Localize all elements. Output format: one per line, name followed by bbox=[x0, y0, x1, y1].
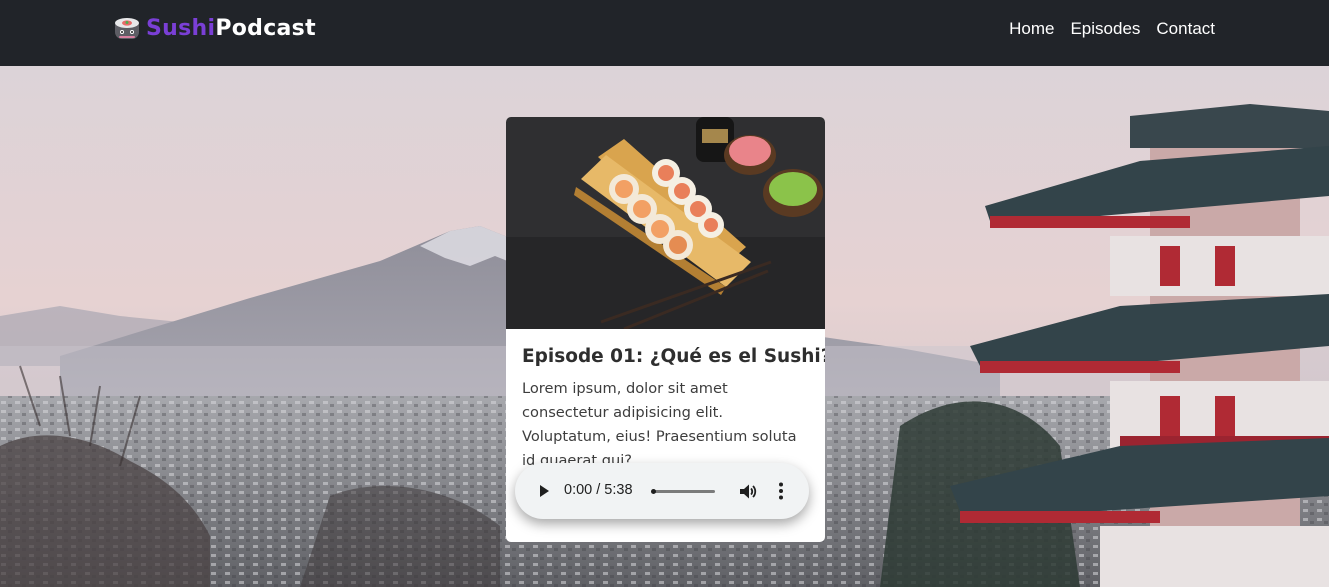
play-icon[interactable] bbox=[537, 484, 551, 498]
nav-link-episodes[interactable]: Episodes bbox=[1070, 19, 1140, 39]
nav-link-home[interactable]: Home bbox=[1009, 19, 1054, 39]
episode-title: Episode 01: ¿Qué es el Sushi? bbox=[522, 346, 825, 367]
episode-description: Lorem ipsum, dolor sit amet consectetur … bbox=[522, 380, 797, 469]
audio-player[interactable]: 0:00 / 5:38 bbox=[515, 463, 809, 519]
episode-cover-image bbox=[506, 117, 825, 329]
brand-name: SushiPodcast bbox=[146, 18, 316, 40]
brand-logo[interactable]: SushiPodcast bbox=[113, 13, 316, 45]
nav-link-contact[interactable]: Contact bbox=[1156, 19, 1215, 39]
nav-links: Home Episodes Contact bbox=[993, 19, 1215, 39]
brand-name-podcast: Podcast bbox=[215, 16, 316, 41]
navbar: SushiPodcast Home Episodes Contact bbox=[0, 0, 1329, 66]
episode-card: Episode 01: ¿Qué es el Sushi? Lorem ipsu… bbox=[506, 117, 825, 542]
brand-name-sushi: Sushi bbox=[146, 16, 216, 41]
volume-icon[interactable] bbox=[738, 482, 757, 501]
more-options-icon[interactable] bbox=[777, 481, 785, 501]
sushi-logo-icon bbox=[115, 18, 139, 39]
audio-progress-thumb[interactable] bbox=[651, 489, 656, 494]
episode-card-body: Episode 01: ¿Qué es el Sushi? Lorem ipsu… bbox=[506, 329, 825, 473]
audio-progress-bar[interactable] bbox=[651, 489, 715, 494]
audio-time: 0:00 / 5:38 bbox=[564, 482, 633, 498]
